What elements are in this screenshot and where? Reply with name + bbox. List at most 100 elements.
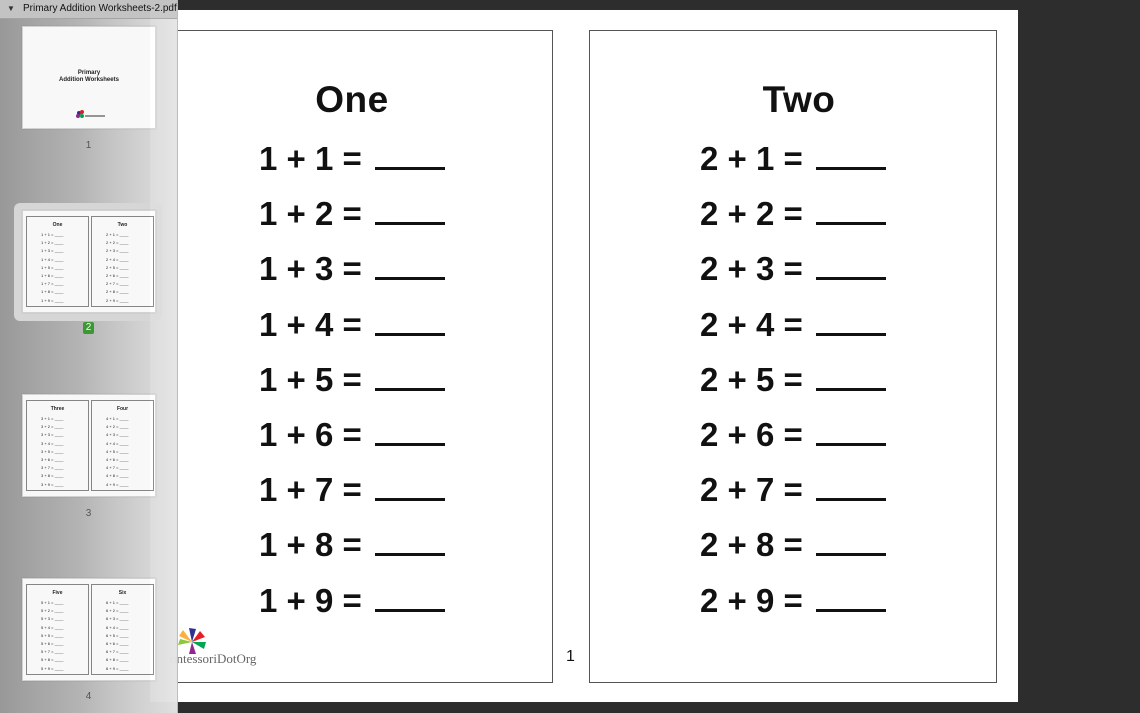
mini-problem-line: 5 + 8 = ____ — [41, 657, 64, 663]
mini-problem-line: 5 + 9 = ____ — [41, 665, 64, 671]
answer-blank — [815, 471, 886, 502]
worksheet-title: One — [315, 79, 389, 120]
answer-blank — [815, 195, 886, 226]
addition-problem: 1 + 7 = — [259, 470, 552, 525]
problem-text: 2 + 6 = — [700, 415, 803, 453]
cover-title-line: Addition Worksheets — [59, 77, 119, 83]
page-number: 1 — [566, 648, 575, 665]
viewer-background — [1018, 0, 1140, 713]
addition-problem: 2 + 9 = — [700, 581, 996, 636]
sidebar-header[interactable]: ▼ Primary Addition Worksheets-2.pdf — [0, 0, 177, 19]
mini-problem-line: 2 + 2 = ____ — [106, 240, 129, 246]
addition-problem: 1 + 9 = — [259, 581, 552, 636]
mini-problem-line: 3 + 6 = ____ — [41, 456, 64, 462]
problem-text: 2 + 9 = — [700, 581, 803, 619]
addition-problem: 2 + 8 = — [700, 525, 996, 580]
answer-blank — [374, 195, 445, 226]
mini-sheet-title: Six — [118, 590, 127, 596]
mini-problem-line: 3 + 7 = ____ — [41, 465, 64, 471]
mini-problem-line: 1 + 7 = ____ — [41, 281, 64, 287]
mini-problem-line: 1 + 9 = ____ — [41, 297, 64, 303]
mini-sheet-title: Two — [117, 222, 128, 228]
mini-problem-line: 2 + 3 = ____ — [106, 248, 129, 254]
worksheet-title: Two — [762, 79, 836, 120]
disclosure-triangle-icon[interactable]: ▼ — [7, 0, 15, 18]
problem-list: 1 + 1 = 1 + 2 = 1 + 3 = 1 + 4 = 1 + 5 = … — [259, 139, 552, 636]
answer-blank — [374, 140, 445, 170]
answer-blank — [374, 416, 445, 446]
addition-problem: 1 + 3 = — [259, 249, 552, 304]
worksheet-two: Two 2 + 1 = 2 + 2 = 2 + 3 = 2 + 4 = 2 + … — [589, 30, 997, 683]
mini-problem-line: 6 + 2 = ____ — [106, 608, 129, 614]
answer-blank — [374, 526, 445, 557]
thumbnail-image[interactable]: Three 3 + 1 = ____ 3 + 2 = ____ 3 + 3 = __… — [22, 394, 156, 497]
mini-problem-line: 1 + 5 = ____ — [41, 264, 64, 270]
mini-problem-line: 6 + 3 = ____ — [106, 616, 129, 622]
mini-problem-line: 5 + 4 = ____ — [41, 624, 64, 630]
logo-text: ontessoriDotOrg — [170, 651, 257, 666]
mini-sheet: Two 2 + 1 = ____ 2 + 2 = ____ 2 + 3 = ____… — [91, 216, 154, 307]
problem-text: 2 + 2 = — [700, 195, 803, 233]
addition-problem: 2 + 3 = — [700, 249, 996, 304]
addition-problem: 2 + 7 = — [700, 470, 996, 525]
thumbnail-sidebar[interactable]: ▼ Primary Addition Worksheets-2.pdf Prim… — [0, 0, 177, 713]
mini-problem-line: 5 + 7 = ____ — [41, 649, 64, 655]
problem-text: 1 + 1 = — [259, 140, 362, 177]
mini-problem-line: 6 + 7 = ____ — [106, 649, 129, 655]
mini-problem-line: 4 + 9 = ____ — [106, 481, 129, 487]
addition-problem: 2 + 5 = — [700, 360, 996, 415]
thumbnail-image[interactable]: Five 5 + 1 = ____ 5 + 2 = ____ 5 + 3 = ___… — [22, 578, 156, 681]
mini-sheet-title: Five — [52, 590, 63, 596]
problem-text: 1 + 7 = — [259, 471, 362, 509]
mini-problem-line: 1 + 3 = ____ — [41, 248, 64, 254]
thumbnail-page-label: 4 — [85, 691, 92, 702]
addition-problem: 2 + 4 = — [700, 305, 996, 360]
mini-problem-line: 3 + 2 = ____ — [41, 424, 64, 430]
mini-problem-line: 2 + 1 = ____ — [106, 232, 129, 237]
mini-problem-line: 2 + 4 = ____ — [106, 256, 129, 262]
problem-text: 2 + 7 = — [700, 471, 803, 509]
problem-text: 2 + 4 = — [700, 305, 803, 343]
mini-sheet: Six 6 + 1 = ____ 6 + 2 = ____ 6 + 3 = ____… — [91, 584, 154, 675]
mini-problem-line: 3 + 4 = ____ — [41, 440, 64, 446]
mini-problem-lines: 6 + 1 = ____ 6 + 2 = ____ 6 + 3 = ____ 6 + … — [106, 599, 147, 673]
mini-sheet-title: Three — [50, 406, 65, 412]
mini-problem-line: 1 + 2 = ____ — [41, 240, 64, 246]
mini-problem-line: 1 + 4 = ____ — [41, 256, 64, 262]
problem-text: 1 + 4 = — [259, 305, 362, 343]
mini-problem-lines: 4 + 1 = ____ 4 + 2 = ____ 4 + 3 = ____ 4 + … — [106, 415, 147, 489]
problem-text: 2 + 8 = — [700, 526, 803, 564]
addition-problem: 1 + 1 = — [259, 139, 552, 194]
answer-blank — [374, 471, 445, 502]
addition-problem: 1 + 8 = — [259, 525, 552, 580]
answer-blank — [374, 582, 445, 612]
document-title: Primary Addition Worksheets-2.pdf — [23, 3, 177, 14]
addition-problem: 1 + 5 = — [259, 360, 552, 415]
problem-text: 1 + 2 = — [259, 195, 362, 233]
mini-problem-line: 1 + 6 = ____ — [41, 272, 64, 278]
mini-problem-line: 4 + 5 = ____ — [106, 448, 129, 454]
mini-problem-line: 5 + 5 = ____ — [41, 632, 64, 638]
answer-blank — [815, 140, 886, 170]
thumbnail-image[interactable]: Primary Addition Worksheets — [22, 26, 156, 129]
mini-problem-line: 5 + 6 = ____ — [41, 640, 64, 646]
cover-title: Primary Addition Worksheets — [23, 70, 155, 84]
problem-text: 1 + 5 = — [259, 360, 362, 398]
mini-sheet-title: One — [52, 222, 63, 228]
thumbnail-page-label: 3 — [85, 508, 92, 519]
problem-text: 1 + 8 = — [259, 526, 362, 564]
thumbnail-image[interactable]: One 1 + 1 = ____ 1 + 2 = ____ 1 + 3 = ____… — [22, 210, 156, 313]
mini-logo-icon — [76, 110, 105, 118]
answer-blank — [815, 361, 886, 391]
addition-problem: 1 + 2 = — [259, 194, 552, 249]
mini-problem-line: 4 + 2 = ____ — [106, 424, 129, 430]
mini-problem-lines: 3 + 1 = ____ 3 + 2 = ____ 3 + 3 = ____ 3 + … — [41, 415, 82, 489]
mini-problem-line: 4 + 1 = ____ — [106, 416, 129, 421]
mini-sheet: Three 3 + 1 = ____ 3 + 2 = ____ 3 + 3 = __… — [26, 400, 89, 491]
answer-blank — [374, 361, 445, 391]
mini-sheet-title: Four — [116, 406, 129, 412]
mini-problem-line: 3 + 3 = ____ — [41, 432, 64, 438]
addition-problem: 2 + 2 = — [700, 194, 996, 249]
mini-problem-line: 6 + 5 = ____ — [106, 632, 129, 638]
problem-text: 1 + 9 = — [259, 581, 362, 619]
